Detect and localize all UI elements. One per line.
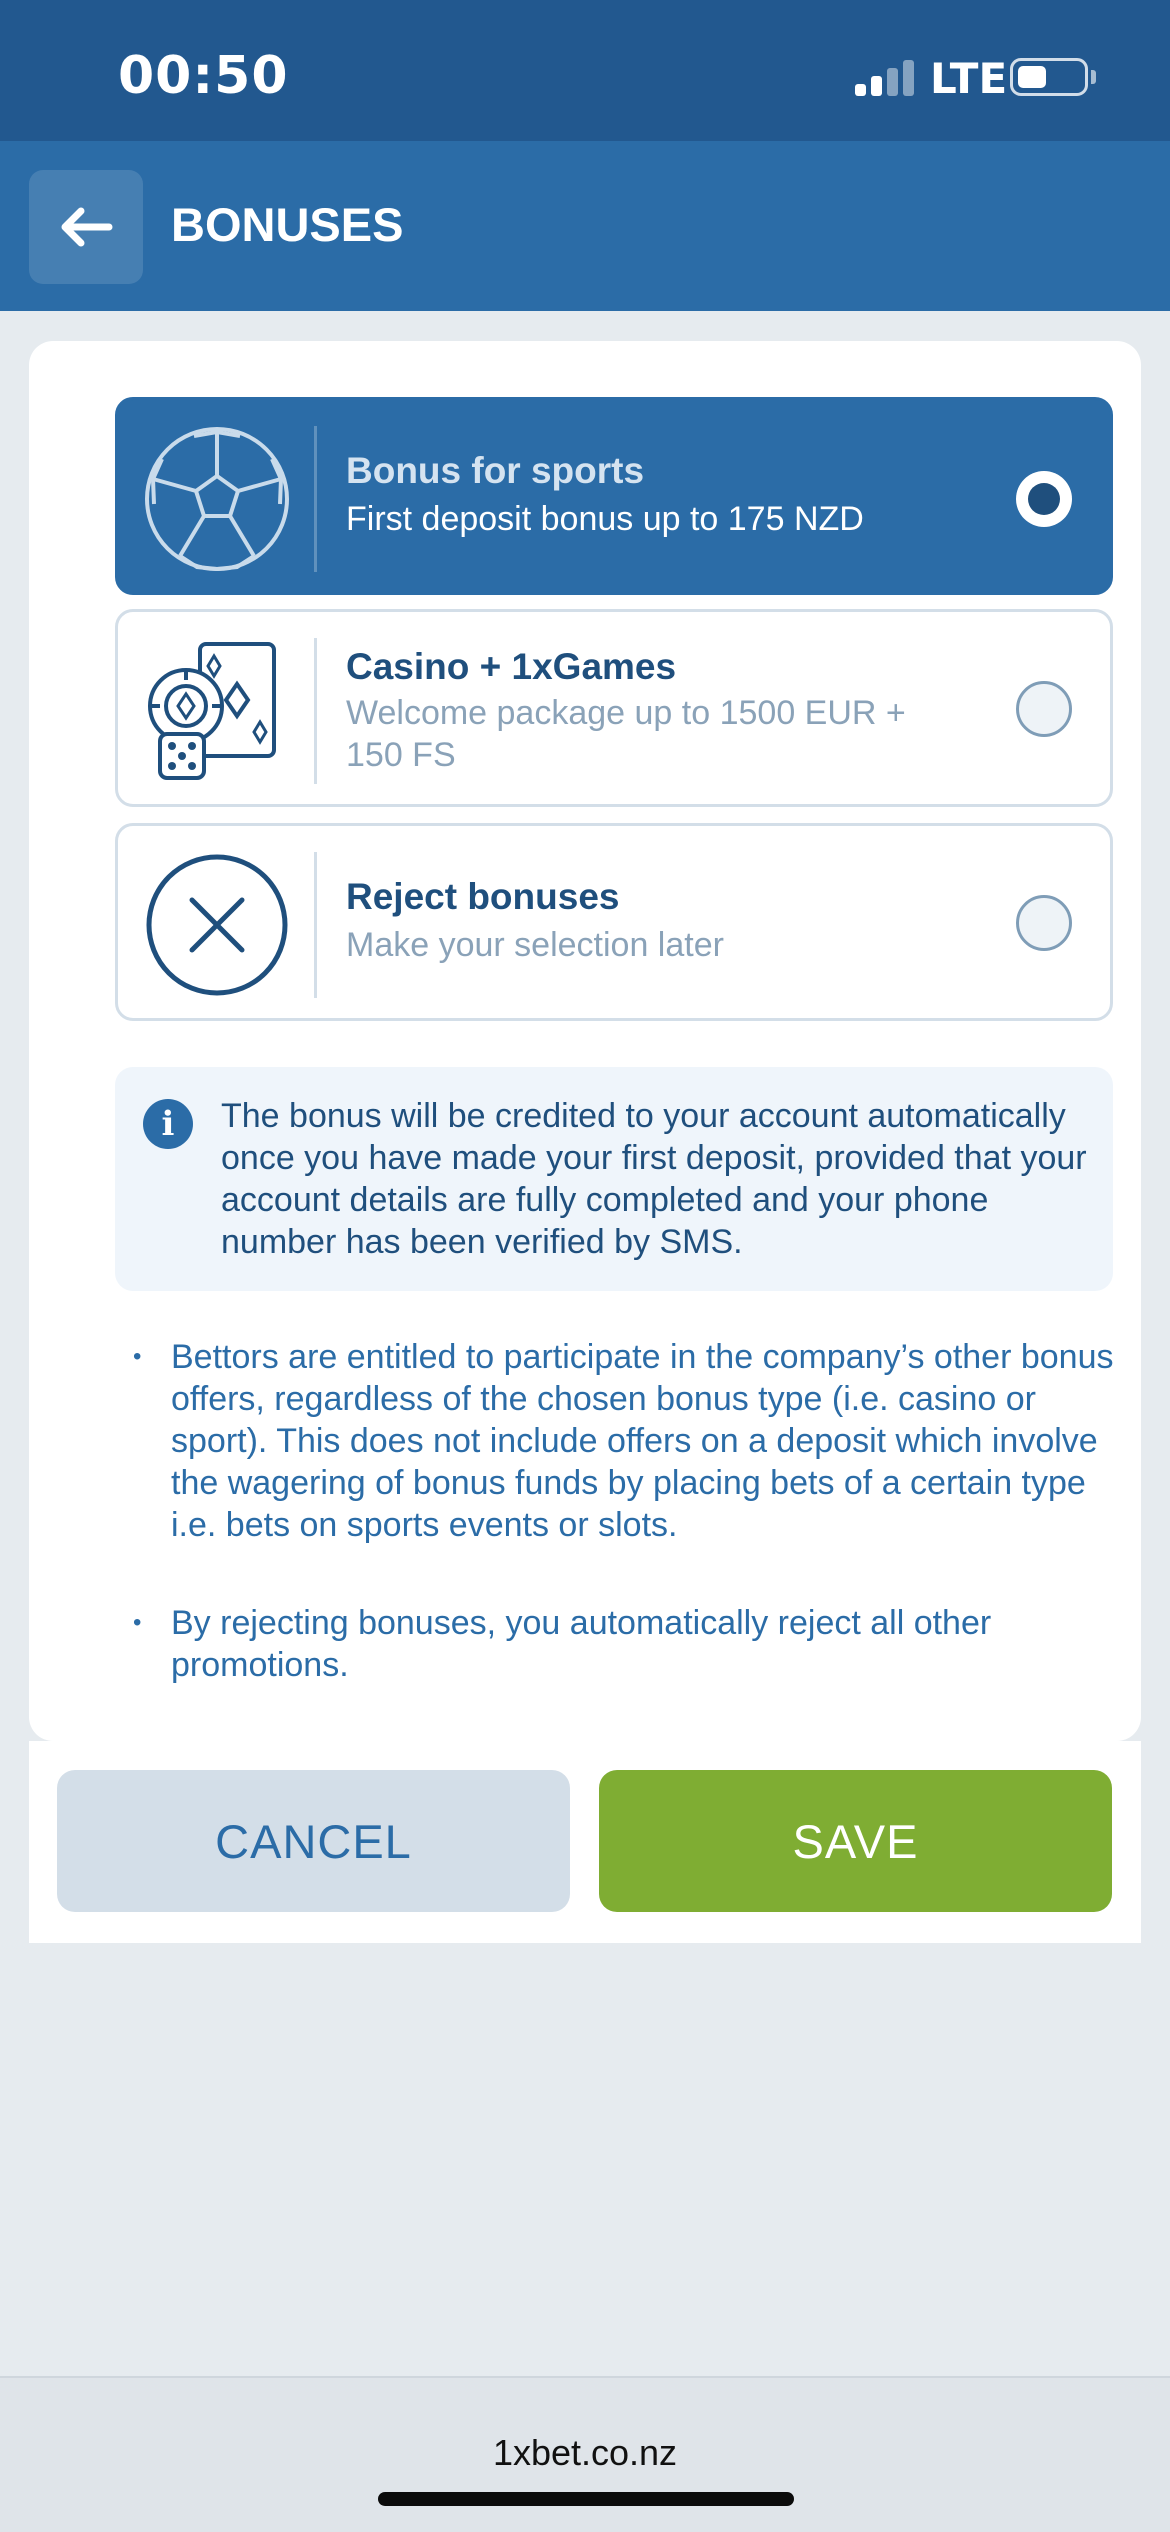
- option-casino-bonus[interactable]: Casino + 1xGames Welcome package up to 1…: [115, 609, 1113, 807]
- home-indicator[interactable]: [378, 2492, 794, 2506]
- note-text: Bettors are entitled to participate in t…: [171, 1338, 1114, 1544]
- url-text[interactable]: 1xbet.co.nz: [0, 2432, 1170, 2474]
- bonus-card: Bonus for sports First deposit bonus up …: [29, 341, 1141, 1741]
- option-divider: [314, 426, 317, 572]
- note-text: By rejecting bonuses, you automatically …: [171, 1604, 992, 1684]
- option-subtitle: Make your selection later: [346, 926, 724, 964]
- status-time: 00:50: [118, 46, 289, 106]
- signal-strength-icon: [855, 58, 915, 96]
- option-sports-bonus[interactable]: Bonus for sports First deposit bonus up …: [115, 397, 1113, 595]
- network-type: LTE: [930, 54, 1008, 103]
- app-header: BONUSES: [0, 141, 1170, 311]
- radio-unselected[interactable]: [1016, 895, 1072, 951]
- option-title: Reject bonuses: [346, 876, 620, 917]
- info-box: i The bonus will be credited to your acc…: [115, 1067, 1113, 1291]
- reject-x-icon: [146, 854, 288, 996]
- soccer-ball-icon: [145, 427, 289, 571]
- info-text: The bonus will be credited to your accou…: [221, 1097, 1087, 1261]
- save-button[interactable]: SAVE: [599, 1770, 1112, 1912]
- option-title: Bonus for sports: [346, 450, 645, 491]
- casino-cards-icon: [148, 642, 276, 780]
- back-button[interactable]: [29, 170, 143, 284]
- action-bar: CANCEL SAVE: [29, 1741, 1141, 1943]
- bullet-dot: •: [133, 1343, 142, 1370]
- status-bar: 00:50 LTE: [0, 0, 1170, 141]
- page-title: BONUSES: [171, 198, 404, 251]
- option-title: Casino + 1xGames: [346, 646, 677, 687]
- option-subtitle: Welcome package up to 1500 EUR + 150 FS: [346, 694, 906, 774]
- battery-icon: [1010, 58, 1088, 96]
- radio-selected[interactable]: [1016, 471, 1072, 527]
- battery-cap: [1091, 70, 1096, 84]
- bullet-dot: •: [133, 1609, 142, 1636]
- option-divider: [314, 638, 317, 784]
- arrow-left-icon: [61, 207, 113, 247]
- radio-unselected[interactable]: [1016, 681, 1072, 737]
- option-reject-bonuses[interactable]: Reject bonuses Make your selection later: [115, 823, 1113, 1021]
- info-icon: i: [143, 1099, 193, 1149]
- browser-bottom-bar: 1xbet.co.nz: [0, 2376, 1170, 2532]
- option-divider: [314, 852, 317, 998]
- cancel-button[interactable]: CANCEL: [57, 1770, 570, 1912]
- option-subtitle: First deposit bonus up to 175 NZD: [346, 500, 864, 538]
